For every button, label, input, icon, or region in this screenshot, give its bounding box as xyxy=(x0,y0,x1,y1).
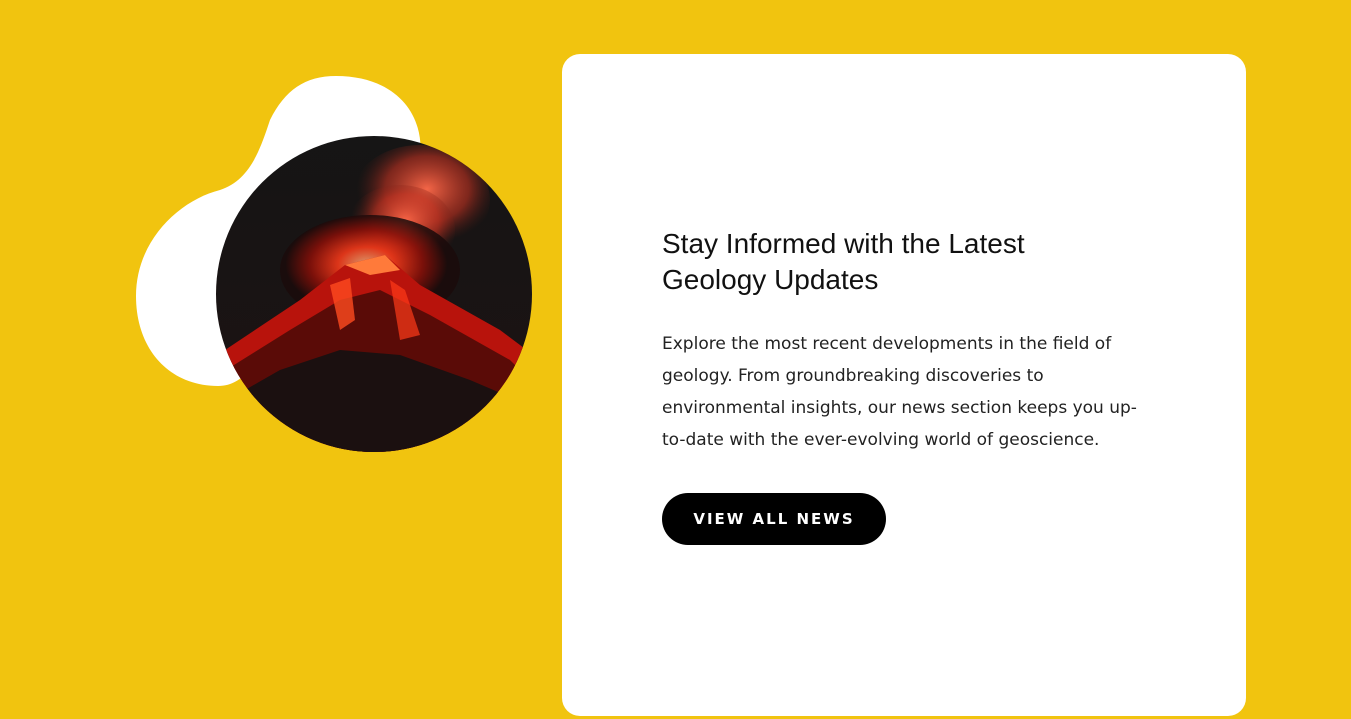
view-all-news-button[interactable]: VIEW ALL NEWS xyxy=(662,493,886,545)
news-card: Stay Informed with the Latest Geology Up… xyxy=(562,54,1246,716)
decorative-blob xyxy=(100,60,560,480)
news-title: Stay Informed with the Latest Geology Up… xyxy=(662,228,1025,295)
news-description: Explore the most recent developments in … xyxy=(662,334,1137,450)
